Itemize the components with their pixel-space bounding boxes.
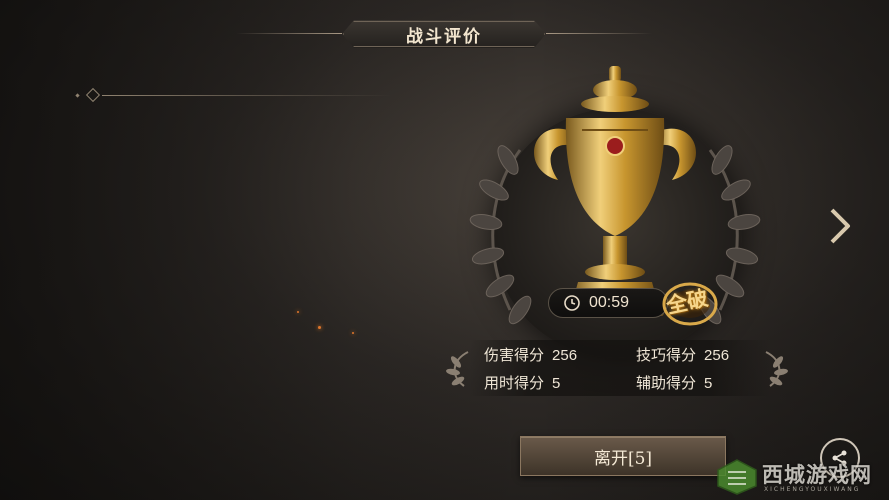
battle-result-screen: 战斗评价 00:59 全破 伤害得分 256 技巧得分 256 用时得分 5 辅… [0, 0, 889, 500]
damage-score-value: 256 [552, 347, 578, 364]
skill-score-label: 技巧得分 [636, 347, 697, 364]
watermark-text: 西城游戏网 [762, 463, 872, 487]
watermark-logo-icon [717, 459, 757, 495]
assist-score-value: 5 [704, 375, 713, 392]
time-score-value: 5 [552, 375, 561, 392]
chevron-right-icon[interactable] [826, 206, 854, 246]
site-watermark: 西城游戏网 XICHENGYOUXIWANG [716, 458, 886, 498]
watermark-subtext: XICHENGYOUXIWANG [764, 486, 861, 493]
clear-time: 00:59 [589, 294, 630, 311]
full-clear-badge: 全破 [660, 276, 720, 328]
ember-particle [318, 326, 321, 329]
title-line-right [546, 33, 652, 34]
title-banner: 战斗评价 [342, 20, 546, 48]
time-score-label: 用时得分 [484, 375, 545, 392]
assist-score: 辅助得分 5 [636, 372, 712, 393]
title-line-left [236, 33, 342, 34]
ember-particle [297, 311, 299, 313]
laurel-left-icon [446, 351, 469, 387]
clear-time-display: 00:59 [548, 288, 668, 318]
leave-button[interactable]: 离开[5] [520, 436, 726, 476]
assist-score-label: 辅助得分 [636, 375, 697, 392]
time-score: 用时得分 5 [484, 372, 560, 393]
skill-score: 技巧得分 256 [636, 344, 729, 365]
page-title: 战斗评价 [406, 26, 482, 47]
skill-score-value: 256 [704, 347, 730, 364]
laurel-right-icon [765, 351, 788, 387]
leave-button-label: 离开[5] [593, 448, 653, 469]
score-panel: 伤害得分 256 技巧得分 256 用时得分 5 辅助得分 5 [446, 340, 790, 396]
damage-score: 伤害得分 256 [484, 344, 577, 365]
clock-icon [564, 295, 580, 311]
ember-particle [352, 332, 354, 334]
ornamental-divider [72, 87, 396, 103]
damage-score-label: 伤害得分 [484, 347, 545, 364]
